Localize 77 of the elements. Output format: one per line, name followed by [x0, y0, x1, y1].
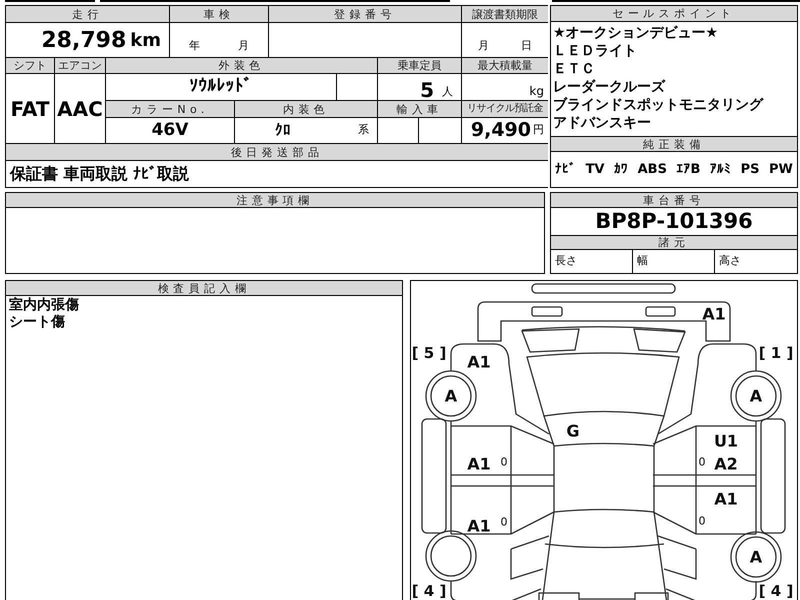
exterior-color-value: ｿｳﾙﾚｯﾄﾞ — [190, 75, 252, 98]
color-number-value: 46V — [152, 118, 188, 142]
sales-point: アドバンスキー — [553, 114, 652, 132]
equipment-item: PS — [740, 160, 760, 179]
sales-point: ★オークションデビュー★ — [553, 24, 720, 42]
equipment-item: ｱﾙﾐ — [710, 160, 732, 179]
unit-label: 系 — [358, 122, 369, 138]
interior-color-value: ｸﾛ — [275, 120, 291, 142]
header-label: 譲渡書類期限 — [462, 6, 548, 22]
capacity-value: 5 — [420, 80, 434, 100]
header-label: 車台番号 — [551, 193, 797, 208]
unit-label: 年 — [189, 38, 200, 54]
damage-code: A — [444, 386, 458, 406]
shipped-parts-value: 保証書 車両取説 ﾅﾋﾞ取説 — [10, 163, 190, 185]
header-label: カラーNo. — [106, 101, 234, 117]
chassis-number: BP8P-101396 — [595, 208, 753, 235]
damage-code: A1 — [714, 490, 738, 508]
header-label: 最大積載量 — [462, 58, 548, 73]
spec-label: 幅 — [637, 253, 648, 270]
corner-number: [ 4 ] — [758, 582, 794, 600]
mileage-value: 28,798 — [41, 26, 126, 54]
header-label: 乗車定員 — [378, 58, 461, 73]
header-label: 検査員記入欄 — [6, 281, 402, 296]
damage-code: A — [750, 386, 762, 406]
header-label: シフト — [6, 58, 54, 73]
door-mark: 0 — [500, 516, 508, 528]
header-label: 登録番号 — [269, 6, 461, 22]
header-label: 純正装備 — [551, 136, 797, 152]
header-label: 走行 — [6, 6, 169, 22]
shift-value: FAT — [10, 96, 50, 122]
damage-code: A1 — [467, 352, 491, 372]
damage-code: G — [566, 422, 580, 440]
unit-label: 月 — [478, 38, 489, 54]
unit-label: 月 — [238, 38, 249, 54]
equipment-item: ｴｱB — [676, 160, 700, 179]
sales-point: レーダークルーズ — [553, 78, 666, 96]
unit-label: kg — [529, 83, 544, 100]
damage-code: U1 — [714, 432, 738, 450]
equipment-item: ﾅﾋﾞ — [555, 160, 576, 179]
sales-point: ＬＥＤライト — [553, 42, 638, 60]
sales-point: ブラインドスポットモニタリング — [553, 96, 764, 114]
spec-label: 長さ — [555, 253, 577, 270]
inspector-note: 室内内張傷 — [9, 297, 80, 314]
door-mark: 0 — [698, 514, 706, 528]
damage-code: A — [750, 548, 762, 566]
unit-label: 人 — [442, 84, 453, 100]
header-label: 内装色 — [235, 101, 377, 117]
corner-number: [ 5 ] — [412, 344, 446, 362]
door-mark: 0 — [500, 456, 508, 468]
damage-code: A1 — [467, 454, 491, 474]
header-label: 注意事項欄 — [6, 193, 544, 208]
unit-label: km — [130, 28, 161, 52]
header-label: 諸元 — [551, 235, 797, 250]
recycling-deposit-value: 9,490 — [470, 118, 531, 144]
equipment-item: TV — [586, 160, 604, 179]
header-label: リサイクル預託金 — [462, 101, 548, 117]
equipment-item: ｶﾜ — [614, 160, 628, 179]
header-label: 後日発送部品 — [6, 144, 548, 160]
equipment-item: ABS — [638, 160, 667, 179]
header-label: エアコン — [55, 58, 105, 73]
header-label: 外装色 — [106, 58, 377, 73]
damage-code: A2 — [714, 454, 738, 474]
corner-number: [ 4 ] — [412, 582, 446, 600]
sales-point: ＥＴＣ — [553, 60, 596, 78]
door-mark: 0 — [698, 456, 706, 468]
corner-number: [ 1 ] — [758, 344, 794, 362]
inspector-note: シート傷 — [9, 314, 66, 331]
damage-code: A1 — [467, 516, 491, 536]
damage-code: A1 — [702, 304, 726, 324]
header-label: セールスポイント — [551, 6, 797, 22]
header-label: 車検 — [170, 6, 268, 22]
aircon-value: AAC — [57, 96, 103, 122]
unit-label: 円 — [533, 122, 544, 138]
spec-label: 高さ — [719, 253, 741, 270]
unit-label: 日 — [521, 38, 532, 54]
equipment-item: PW — [769, 160, 793, 179]
header-label: 輸入車 — [378, 101, 461, 117]
